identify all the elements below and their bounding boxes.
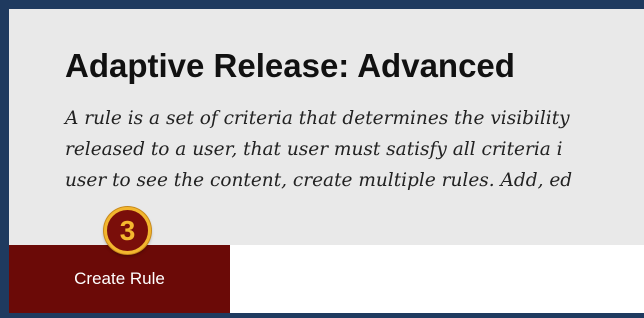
description-line: released to a user, that user must satis…: [65, 139, 563, 160]
content-frame: Adaptive Release: Advanced A rule is a s…: [9, 9, 644, 313]
page-title: Adaptive Release: Advanced: [65, 47, 515, 84]
page-description: A rule is a set of criteria that determi…: [65, 103, 644, 196]
page-header: Adaptive Release: Advanced A rule is a s…: [9, 9, 644, 246]
description-line: user to see the content, create multiple…: [65, 170, 573, 191]
create-rule-button[interactable]: Create Rule: [9, 245, 230, 313]
description-line: A rule is a set of criteria that determi…: [65, 108, 570, 129]
action-bar: Create Rule: [9, 245, 644, 313]
step-number-badge: 3: [104, 207, 151, 254]
